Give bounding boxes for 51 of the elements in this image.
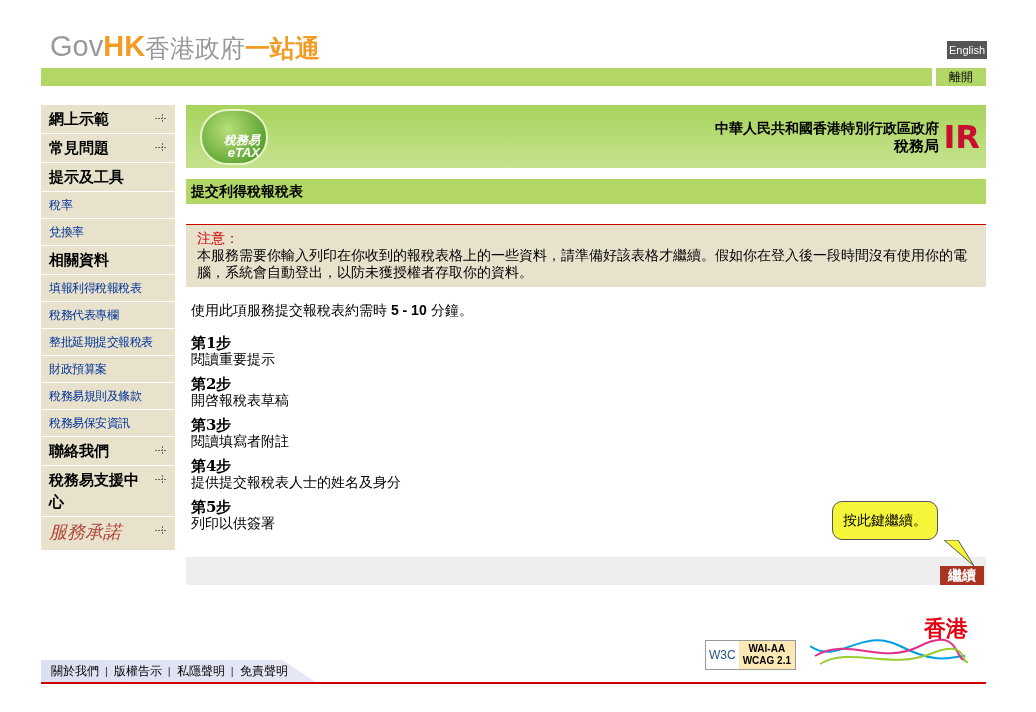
step-label: 第5步 [191,499,232,515]
footer-link[interactable]: 免責聲明 [239,662,288,680]
continue-button[interactable]: 繼續 [940,565,984,585]
sidebar-link[interactable]: 整批延期提交報稅表 [41,329,175,355]
sidebar-logo-item[interactable]: 服務承諾 [41,517,175,550]
sidebar-link[interactable]: 稅率 [41,192,175,218]
expand-icon [155,446,167,455]
footer-link[interactable]: 私隱聲明 [176,662,225,680]
step-label: 第2步 [191,376,232,392]
department-name: 稅務局 [894,136,940,155]
expand-icon [155,143,167,152]
sidebar-heading[interactable]: 聯絡我們 [41,437,175,465]
sidebar-link[interactable]: 稅務易規則及條款 [41,383,175,409]
duration-text: 使用此項服務提交報稅表約需時 5 - 10 分鐘。 [190,301,474,320]
sidebar-heading[interactable]: 相關資料 [41,246,175,274]
ir-logo: IR [943,120,980,153]
sidebar-heading[interactable]: 稅務易支援中心 [41,466,175,516]
sidebar-link[interactable]: 兌換率 [41,219,175,245]
step-label: 第4步 [191,458,232,474]
language-button[interactable]: English [946,40,987,60]
step-text: 閱讀重要提示 [191,351,275,367]
brand-hong-kong-logo: 香港 [810,618,970,670]
sidebar-link[interactable]: 稅務代表專欄 [41,302,175,328]
step-text: 列印以供簽署 [191,515,275,531]
step-text: 閱讀填寫者附註 [191,433,289,449]
etax-logo: 稅務易 eTAX [200,108,268,165]
footer-link[interactable]: 版權告示 [113,662,162,680]
tooltip-pointer [944,540,974,566]
sidebar-heading[interactable]: 提示及工具 [41,163,175,191]
separator: | [230,663,234,679]
step-label: 第3步 [191,417,232,433]
tooltip-bubble: 按此鍵繼續。 [832,501,938,540]
footer-link[interactable]: 關於我們 [51,662,99,680]
sidebar-heading[interactable]: 常見問題 [41,134,175,162]
separator: | [105,663,108,679]
step-text: 開啓報稅表草稿 [191,392,289,408]
expand-icon [155,114,167,123]
sidebar-link[interactable]: 財政預算案 [41,356,175,382]
logout-button[interactable]: 離開 [936,68,986,86]
step-label: 第1步 [191,335,232,351]
sidebar-link[interactable]: 填報利得稅報稅表 [41,275,175,301]
separator: | [167,663,171,679]
sidebar-heading[interactable]: 網上示範 [41,105,175,133]
page-title: 提交利得稅報稅表 [186,179,986,204]
sidebar-link[interactable]: 稅務易保安資訊 [41,410,175,436]
notice-title: 注意： [197,230,240,247]
government-name: 中華人民共和國香港特別行政區政府 [715,118,940,137]
expand-icon [155,475,167,484]
expand-icon [155,526,167,535]
notice-text: 本服務需要你輸入列印在你收到的報稅表格上的一些資料，請準備好該表格才繼續。假如你在登入後一段時間沒有使用你的電腦，系統會自動登出，以防未獲授權者存取你的資料。 [197,247,968,281]
step-text: 提供提交報稅表人士的姓名及身分 [191,474,401,490]
